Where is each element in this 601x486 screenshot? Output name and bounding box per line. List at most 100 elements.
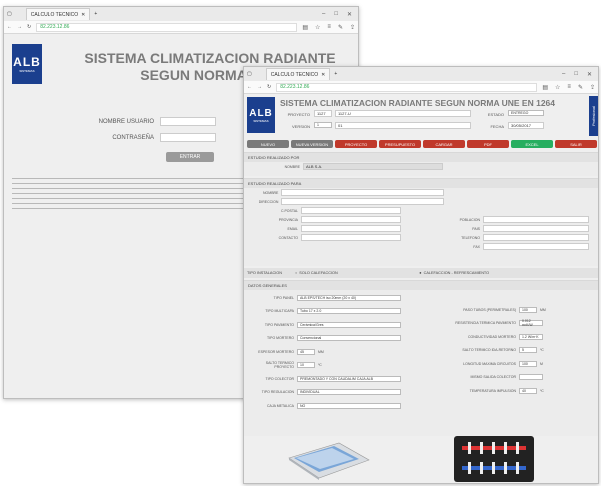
close-icon[interactable]: ✕ [347,11,352,18]
close-tab-icon-2[interactable]: ✕ [321,72,325,78]
section-general-heading: DATOS GENERALES [244,281,598,290]
general-field-value[interactable]: PREMONTADO Y CON CAUDALIM CAJA ALB [297,375,401,382]
back-icon[interactable]: ▢ [7,11,12,17]
edition-badge: Profesional [589,96,598,136]
general-field-row: RESISTENCIA TERMICA PAVIMENTO 0.012 m²K/W [420,317,598,331]
general-field-value[interactable] [519,374,543,381]
reading-icon-2[interactable]: ▤ [542,84,548,91]
heating-only-radio[interactable]: ○ [295,271,297,275]
general-field-unit: ºC [318,363,322,368]
client-field-input[interactable] [281,189,444,196]
general-field-value[interactable]: ALB EPS/TECH iso 20mm (20 x 40) [297,294,401,301]
general-field-value[interactable]: 100 [519,306,537,313]
url-input[interactable]: 82.223.12.86 [36,22,298,32]
favorite-icon[interactable]: ☆ [315,24,320,31]
general-field-row: TEMPERATURA IMPULSION 40 ºC [420,384,598,398]
password-input[interactable] [160,133,216,142]
general-field-value[interactable]: 45 [297,348,315,355]
general-field-value[interactable]: Convencional [297,335,401,342]
reload-icon[interactable]: ↻ [27,24,31,30]
general-field-value[interactable]: NO [297,402,401,409]
maximize-icon[interactable]: □ [334,11,338,18]
client-field-row: TELEFONO [430,233,596,242]
general-field-label: TIPO REGULACION [261,390,294,395]
general-field-row: SALTO TERMICO IDA-RETORNO 5 ºC [420,344,598,358]
toolbar-button-6[interactable]: EXCEL [511,140,553,148]
general-field-label: TIPO COLECTOR [265,376,294,381]
heating-only-label: SOLO CALEFACCION [299,271,338,275]
general-field-value[interactable]: 100 [519,360,537,367]
new-tab-icon[interactable]: + [94,11,97,17]
toolbar-button-3[interactable]: PRESUPUESTO [379,140,421,148]
new-tab-icon-2[interactable]: + [334,71,337,77]
version-select[interactable]: 1 [314,122,332,128]
general-field-value[interactable]: 10 [297,362,315,369]
browser-tab[interactable]: CALCULO TECNICO ✕ [25,8,91,20]
close-icon-2[interactable]: ✕ [587,71,592,78]
general-field-label: LONGITUD MAXIMA CIRCUITOS [463,361,516,366]
status-select[interactable]: ENTREGO [508,110,544,116]
client-field-input[interactable] [483,243,589,250]
client-field-input[interactable] [483,234,589,241]
toolbar-button-4[interactable]: CARGAR [423,140,465,148]
reload-icon-2[interactable]: ↻ [267,84,271,90]
study-by-name-input[interactable]: ALB S.A. [303,163,443,170]
hub-icon[interactable]: ≡ [327,24,331,31]
toolbar-button-7[interactable]: SALIR [555,140,597,148]
back-icon-2[interactable]: ▢ [247,71,252,77]
back-arrow-icon[interactable]: ← [7,24,12,30]
general-field-value[interactable]: Cerámica/Gres [297,321,401,328]
toolbar-button-5[interactable]: PDF [467,140,509,148]
enter-button[interactable]: ENTRAR [166,152,214,162]
project-input[interactable]: 1127-U [335,110,471,117]
client-field-input[interactable] [301,225,401,232]
toolbar-button-2[interactable]: PROYECTO [335,140,377,148]
general-field-value[interactable]: 5 [519,347,537,354]
notes-icon[interactable]: ✎ [338,24,343,31]
hub-icon-2[interactable]: ≡ [567,84,571,91]
general-field-label: TIPO MORTERO [267,336,294,341]
general-field-row: TIPO PANEL ALB EPS/TECH iso 20mm (20 x 40… [246,291,416,305]
forward-arrow-icon-2[interactable]: → [257,84,262,90]
share-icon[interactable]: ⇪ [350,24,355,31]
general-field-value[interactable]: 0.012 m²K/W [519,319,543,327]
toolbar-button-0[interactable]: NUEVO [247,140,289,148]
back-arrow-icon-2[interactable]: ← [247,84,252,90]
tab-title-2: CALCULO TECNICO [270,71,319,78]
heating-cooling-radio[interactable]: ● [419,271,421,275]
general-field-label: SALTO TERMICO PROYECTO [265,361,294,370]
reading-icon[interactable]: ▤ [302,24,308,31]
general-field-unit: ºC [540,348,544,353]
client-field-input[interactable] [483,225,589,232]
notes-icon-2[interactable]: ✎ [578,84,583,91]
favorite-icon-2[interactable]: ☆ [555,84,560,91]
client-field-input[interactable] [483,216,589,223]
client-field-input[interactable] [301,234,401,241]
client-field-label: POBLACION [459,217,480,222]
client-field-input[interactable] [301,207,401,214]
install-row: TIPO INSTALACION ○ SOLO CALEFACCION ● CA… [244,268,598,278]
general-field-value[interactable]: 1.2 W/m·K [519,333,543,340]
toolbar-button-1[interactable]: NUEVA VERSION [291,140,333,148]
project-code-input[interactable]: 1127 [314,110,332,117]
share-icon-2[interactable]: ⇪ [590,84,595,91]
general-field-unit: mm [318,349,324,354]
general-field-value[interactable]: Tubo 17 x 2.0 [297,308,401,315]
url-input-2[interactable]: 82.223.12.86 [276,82,538,92]
version-input[interactable]: 01 [335,122,471,129]
minimize-icon[interactable]: – [322,11,325,18]
client-field-input[interactable] [281,198,444,205]
client-field-row: EMAIL [254,224,444,233]
date-input[interactable]: 30/05/2017 [508,122,544,129]
general-field-row: LONGITUD MAXIMA CIRCUITOS 100 m [420,357,598,371]
maximize-icon-2[interactable]: □ [574,71,578,78]
general-field-value[interactable]: 40 [519,387,537,394]
close-tab-icon[interactable]: ✕ [81,12,85,18]
user-input[interactable] [160,117,216,126]
minimize-icon-2[interactable]: – [562,71,565,78]
forward-arrow-icon[interactable]: → [17,24,22,30]
general-field-value[interactable]: INDIVIDUAL [297,389,401,396]
browser-tab-2[interactable]: CALCULO TECNICO ✕ [265,68,331,80]
client-field-input[interactable] [301,216,401,223]
general-field-label: PASO TUBOS (PERIMETRALES) [463,307,516,312]
